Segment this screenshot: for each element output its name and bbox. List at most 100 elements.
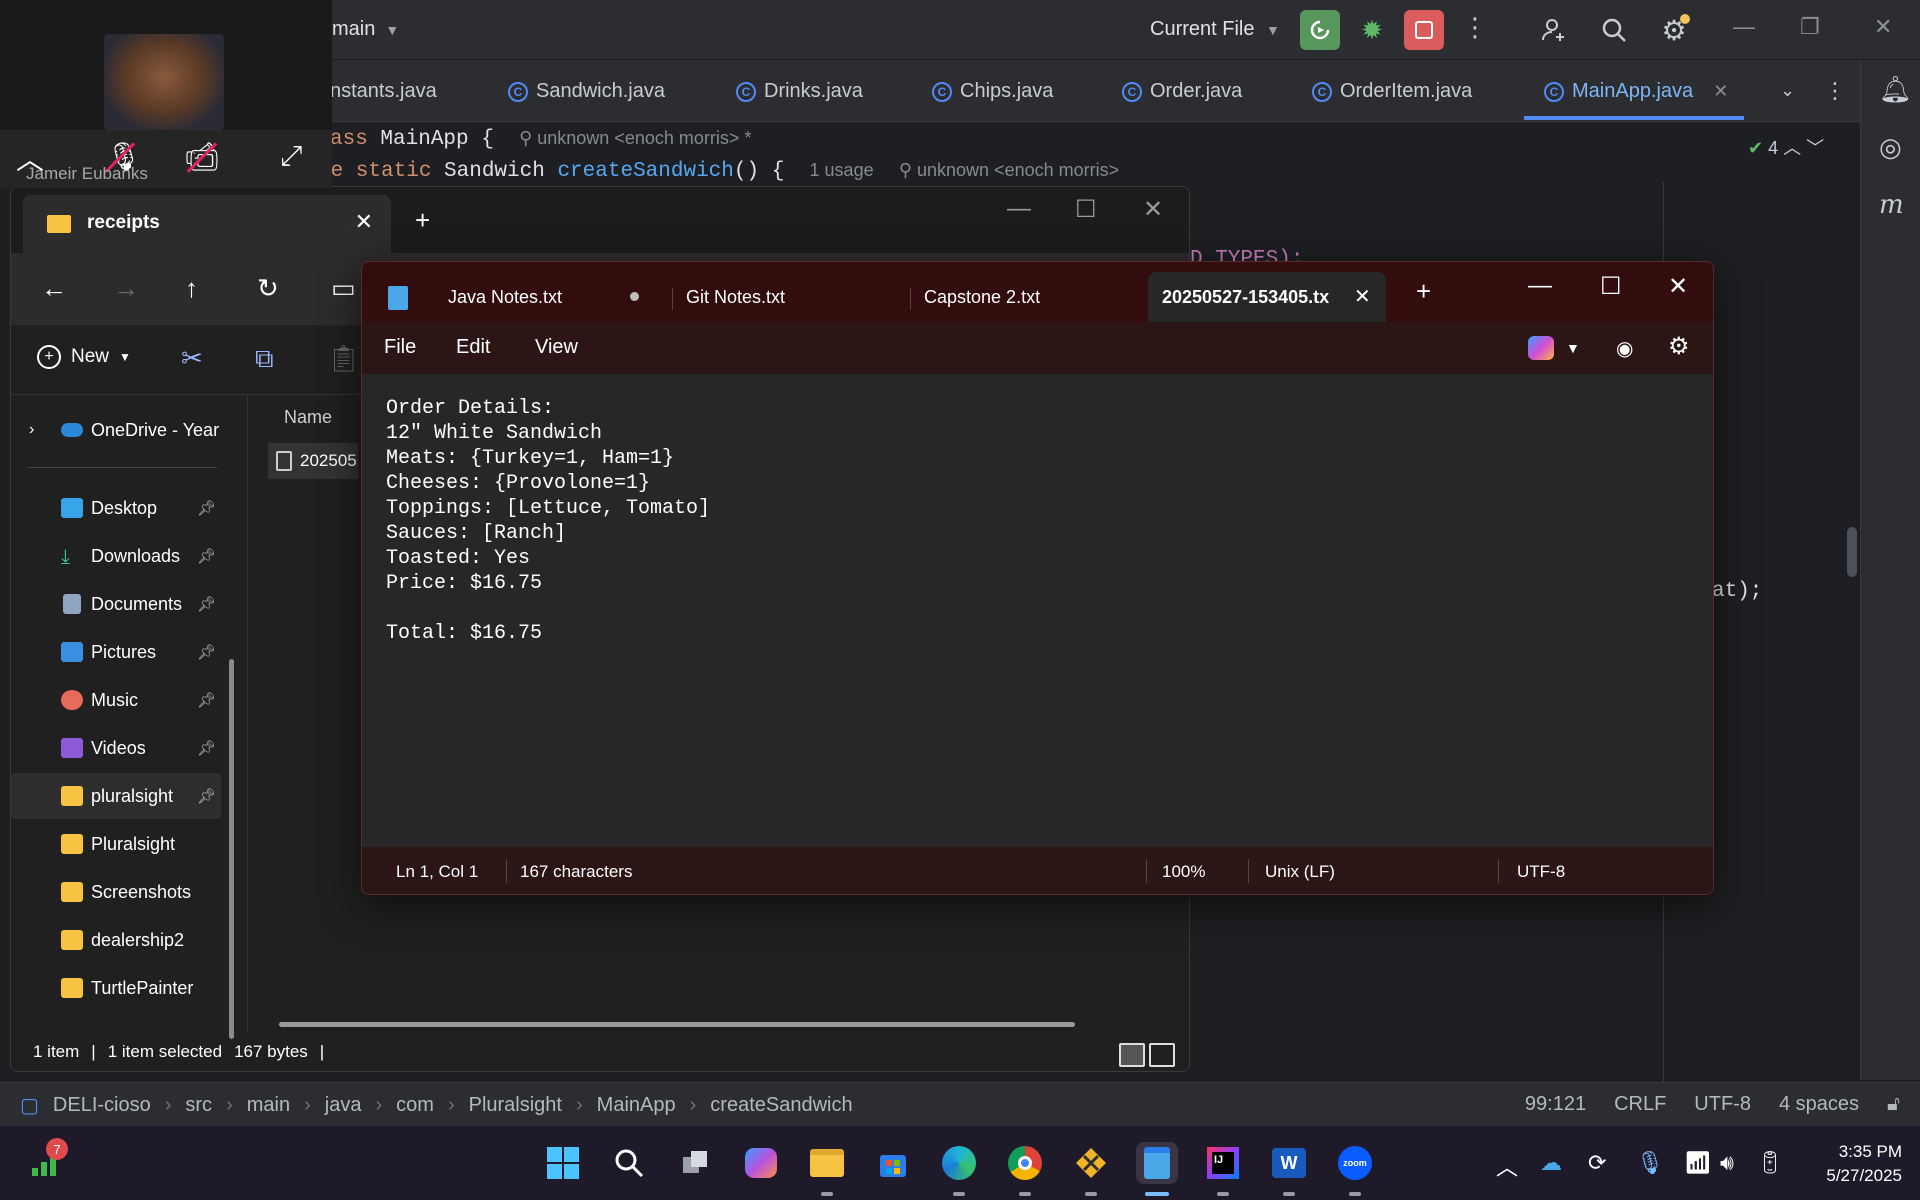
volume-icon[interactable]: 🔊︎: [1720, 1150, 1734, 1176]
explorer-maximize-button[interactable]: ☐: [1075, 195, 1097, 224]
tab-java-notes[interactable]: Java Notes.txt: [416, 272, 664, 322]
tab-capstone[interactable]: Capstone 2.txt: [912, 272, 1148, 322]
breadcrumb-item[interactable]: main: [247, 1094, 290, 1117]
tab-git-notes[interactable]: Git Notes.txt: [674, 272, 910, 322]
expand-icon[interactable]: ⤢: [280, 140, 302, 173]
sync-icon[interactable]: ⟳: [1588, 1150, 1606, 1176]
cut-icon[interactable]: ✂: [181, 343, 203, 374]
tab-drinks[interactable]: C Drinks.java: [736, 80, 863, 103]
notepad-minimize-button[interactable]: —: [1528, 272, 1552, 300]
sidebar-item-documents[interactable]: Documents 📌︎: [11, 581, 221, 627]
sidebar-item-music[interactable]: Music 📌︎: [11, 677, 221, 723]
breadcrumb-item[interactable]: createSandwich: [710, 1094, 852, 1117]
maven-icon[interactable]: m: [1879, 190, 1904, 220]
zoom-level[interactable]: 100%: [1162, 862, 1205, 882]
pin-icon[interactable]: 📌︎: [197, 787, 216, 805]
run-config-selector[interactable]: Current File ▼: [1150, 18, 1280, 41]
branch-selector[interactable]: main ▼: [332, 18, 399, 41]
account-icon[interactable]: ◉: [1616, 336, 1633, 361]
debug-button[interactable]: ✹: [1352, 10, 1392, 50]
start-button[interactable]: [542, 1142, 584, 1184]
sidebar-item-videos[interactable]: Videos 📌︎: [11, 725, 221, 771]
indent-setting[interactable]: 4 spaces: [1779, 1093, 1859, 1116]
ai-assistant-icon[interactable]: ◎: [1879, 132, 1902, 163]
sidebar-item-pictures[interactable]: Pictures 📌︎: [11, 629, 221, 675]
close-icon[interactable]: ✕: [1713, 81, 1728, 102]
menu-file[interactable]: File: [384, 336, 416, 359]
explorer-minimize-button[interactable]: —: [1007, 195, 1031, 223]
sidebar-item-pluralsight[interactable]: Pluralsight: [11, 821, 221, 867]
file-encoding[interactable]: UTF-8: [1694, 1093, 1751, 1116]
chevron-down-icon[interactable]: ⌄: [1780, 80, 1795, 101]
menu-view[interactable]: View: [535, 336, 578, 359]
tab-receipt[interactable]: 20250527-153405.tx ✕: [1148, 272, 1386, 322]
menu-edit[interactable]: Edit: [456, 336, 490, 359]
word-app-icon[interactable]: W: [1268, 1142, 1310, 1196]
tab-orderitem[interactable]: C OrderItem.java: [1312, 80, 1472, 103]
stop-button[interactable]: [1404, 10, 1444, 50]
explorer-close-button[interactable]: ✕: [1143, 195, 1163, 224]
settings-gear-icon[interactable]: ⚙: [1668, 332, 1690, 361]
refresh-icon[interactable]: ↻: [257, 273, 279, 304]
breadcrumb-item[interactable]: java: [325, 1094, 362, 1117]
unlock-icon[interactable]: 🔓︎: [1887, 1093, 1900, 1116]
pin-icon[interactable]: 📌︎: [197, 499, 216, 517]
search-icon[interactable]: [608, 1142, 650, 1184]
paste-icon[interactable]: 📋︎: [327, 343, 360, 374]
ide-restore-button[interactable]: ❐: [1800, 14, 1820, 40]
tab-chips[interactable]: C Chips.java: [932, 80, 1053, 103]
tab-sandwich[interactable]: C Sandwich.java: [508, 80, 665, 103]
pin-icon[interactable]: 📌︎: [197, 691, 216, 709]
column-header-name[interactable]: Name: [284, 407, 332, 428]
search-icon[interactable]: [1596, 12, 1632, 48]
new-button[interactable]: + New ▼: [37, 345, 131, 369]
tab-mainapp[interactable]: C MainApp.java ✕: [1544, 80, 1728, 103]
add-user-icon[interactable]: [1536, 12, 1572, 48]
notepad-maximize-button[interactable]: ☐: [1600, 272, 1622, 301]
ide-close-button[interactable]: ✕: [1874, 14, 1892, 40]
close-icon[interactable]: ✕: [1354, 284, 1371, 309]
breadcrumb-item[interactable]: Pluralsight: [469, 1094, 562, 1117]
pin-icon[interactable]: 📌︎: [197, 595, 216, 613]
chevron-down-icon[interactable]: ▼: [1566, 340, 1580, 356]
breadcrumb-item[interactable]: src: [185, 1094, 212, 1117]
notepad-close-button[interactable]: ✕: [1668, 272, 1688, 301]
explorer-tab[interactable]: receipts ✕: [23, 195, 391, 253]
breadcrumb-item[interactable]: com: [396, 1094, 434, 1117]
sidebar-item-desktop[interactable]: Desktop 📌︎: [11, 485, 221, 531]
breadcrumb-item[interactable]: MainApp: [597, 1094, 676, 1117]
zoom-app-icon[interactable]: zoom: [1334, 1142, 1376, 1196]
store-app-icon[interactable]: [872, 1142, 914, 1184]
clock[interactable]: 3:35 PM 5/27/2025: [1806, 1140, 1902, 1188]
sidebar-item-onedrive[interactable]: › OneDrive - Year: [11, 407, 221, 453]
notepad-text-area[interactable]: Order Details: 12" White Sandwich Meats:…: [386, 396, 710, 646]
wifi-icon[interactable]: 📶︎: [1684, 1150, 1712, 1176]
microphone-icon[interactable]: 🎙︎: [1636, 1150, 1664, 1176]
sidebar-item-pluralsight-pinned[interactable]: pluralsight 📌︎: [11, 773, 221, 819]
back-arrow-icon[interactable]: ←: [41, 273, 67, 304]
git-tool-app-icon[interactable]: [1070, 1142, 1112, 1196]
sidebar-item-screenshots[interactable]: Screenshots: [11, 869, 221, 915]
editor-scrollbar[interactable]: [1847, 527, 1857, 577]
task-view-icon[interactable]: [674, 1142, 716, 1184]
file-explorer-app-icon[interactable]: [806, 1142, 848, 1196]
intellij-app-icon[interactable]: IJ: [1202, 1142, 1244, 1196]
encoding[interactable]: UTF-8: [1517, 862, 1565, 882]
sidebar-item-downloads[interactable]: ⤓ Downloads 📌︎: [11, 533, 221, 579]
pin-icon[interactable]: 📌︎: [197, 643, 216, 661]
chrome-app-icon[interactable]: [1004, 1142, 1046, 1196]
copilot-app-icon[interactable]: [740, 1142, 782, 1184]
up-arrow-icon[interactable]: ↑: [185, 273, 198, 304]
tab-constants[interactable]: nstants.java: [330, 80, 437, 103]
usage-hint[interactable]: 1 usage: [810, 160, 874, 180]
notifications-icon[interactable]: 🔔︎: [1879, 74, 1912, 105]
more-tabs-icon[interactable]: ⋮: [1824, 78, 1846, 104]
forward-arrow-icon[interactable]: →: [113, 273, 139, 304]
chevron-up-icon[interactable]: ︿: [1496, 1150, 1518, 1182]
settings-gear-icon[interactable]: ⚙: [1656, 12, 1692, 48]
inspections-widget[interactable]: ✔ 4 ︿ ﹀: [1748, 134, 1824, 160]
file-item[interactable]: 202505: [268, 443, 358, 479]
tiles-view-icon[interactable]: [1149, 1043, 1175, 1067]
monitor-icon[interactable]: ▭: [331, 273, 356, 304]
line-separator[interactable]: CRLF: [1614, 1093, 1666, 1116]
